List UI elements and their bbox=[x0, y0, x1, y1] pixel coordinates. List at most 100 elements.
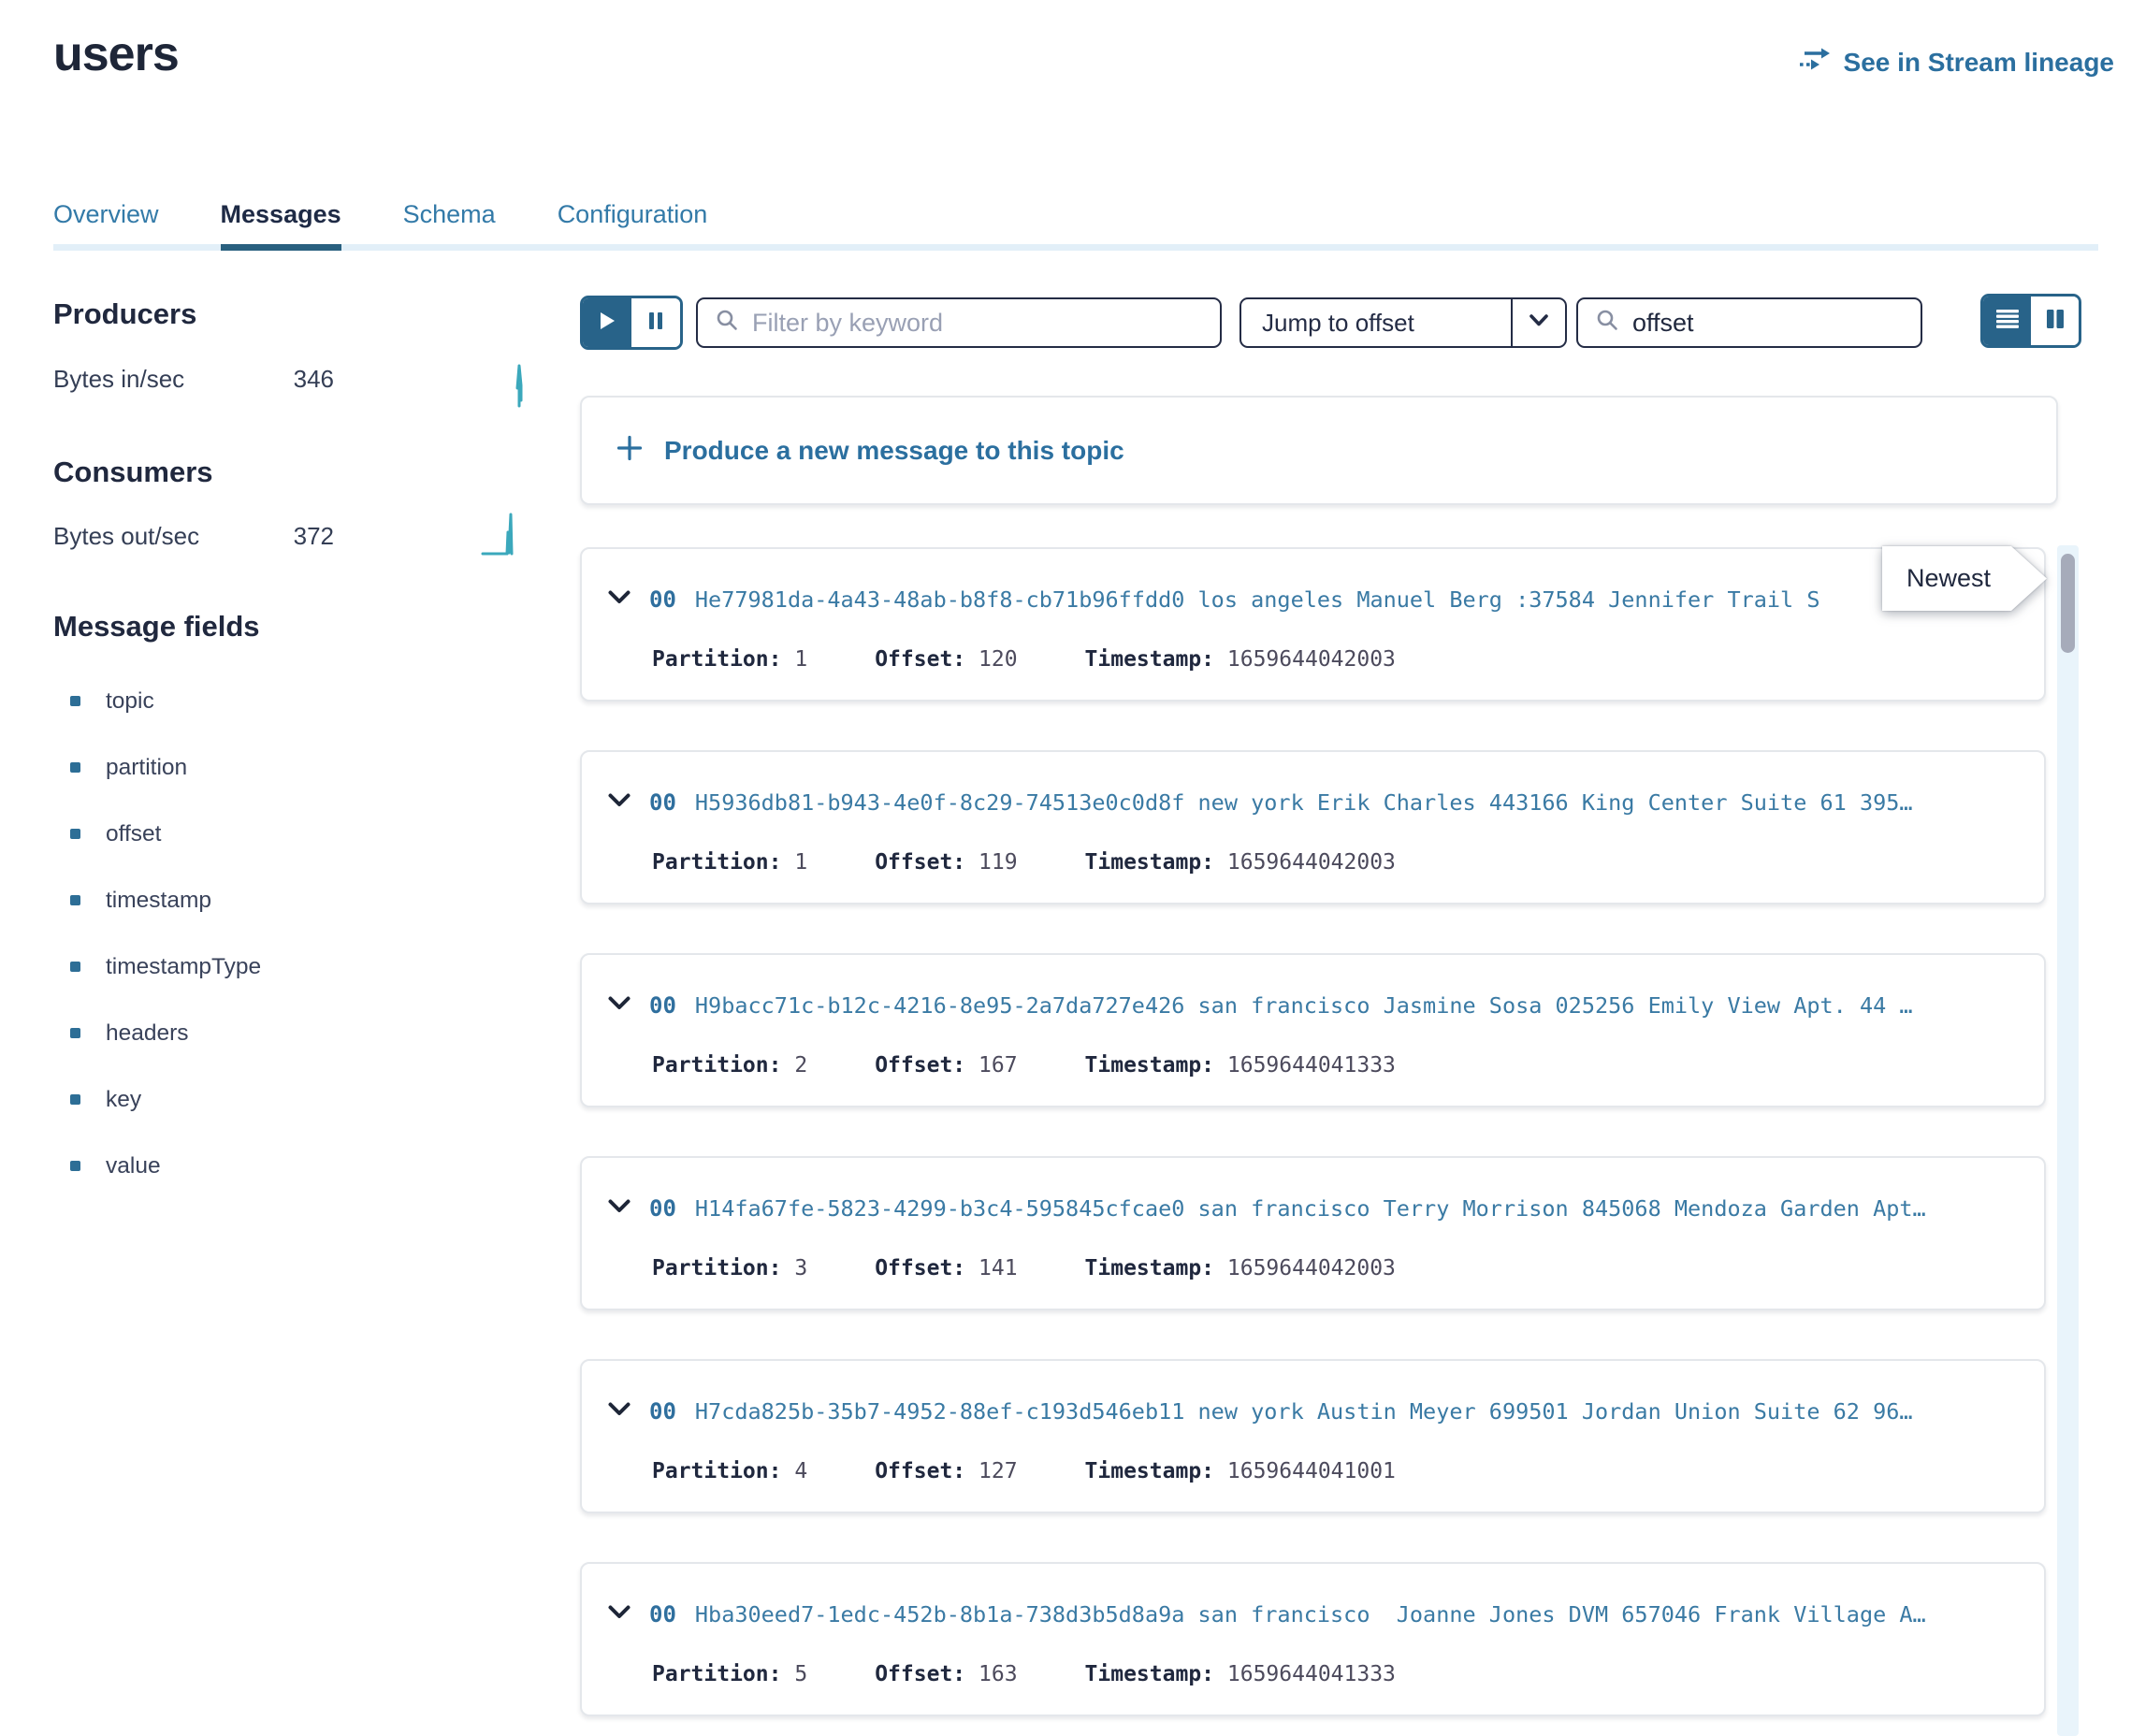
offset-value: 119 bbox=[979, 850, 1018, 875]
select-chevron-button[interactable] bbox=[1511, 299, 1565, 346]
offset-value: 163 bbox=[979, 1662, 1018, 1686]
message-meta: Partition: 2 Offset: 167 Timestamp: 1659… bbox=[652, 1053, 1463, 1078]
offset-label: Offset: bbox=[875, 1662, 965, 1686]
bullet-icon bbox=[70, 1028, 80, 1038]
expand-chevron-icon[interactable] bbox=[608, 1605, 631, 1624]
bytes-in-value: 346 bbox=[294, 365, 334, 394]
message-main-line: 00 H7cda825b-35b7-4952-88ef-c193d546eb11… bbox=[608, 1398, 2037, 1425]
offset-label: Offset: bbox=[875, 1053, 965, 1078]
partition-value: 4 bbox=[794, 1459, 807, 1483]
field-label: partition bbox=[106, 755, 187, 781]
key-zeros-icon: 00 bbox=[649, 1601, 676, 1628]
expand-chevron-icon[interactable] bbox=[608, 996, 631, 1015]
timestamp-label: Timestamp: bbox=[1085, 1256, 1214, 1280]
tab-overview[interactable]: Overview bbox=[53, 198, 159, 251]
message-main-line: 00 H14fa67fe-5823-4299-b3c4-595845cfcae0… bbox=[608, 1195, 2037, 1222]
timestamp-label: Timestamp: bbox=[1085, 1662, 1214, 1686]
message-row[interactable]: 00 Hba30eed7-1edc-452b-8b1a-738d3b5d8a9a… bbox=[580, 1562, 2046, 1716]
view-mode-toggle bbox=[1980, 294, 2081, 348]
bullet-icon bbox=[70, 696, 80, 706]
expand-chevron-icon[interactable] bbox=[608, 793, 631, 812]
list-view-button[interactable] bbox=[1983, 297, 2031, 345]
jump-to-offset-value: Jump to offset bbox=[1241, 299, 1511, 346]
expand-chevron-icon[interactable] bbox=[608, 1199, 631, 1218]
bullet-icon bbox=[70, 1161, 80, 1171]
offset-label: Offset: bbox=[875, 647, 965, 672]
see-in-stream-lineage-link[interactable]: See in Stream lineage bbox=[1798, 45, 2114, 80]
field-item-partition: partition bbox=[70, 756, 261, 779]
scrollbar-thumb[interactable] bbox=[2061, 554, 2075, 653]
message-meta: Partition: 4 Offset: 127 Timestamp: 1659… bbox=[652, 1459, 1463, 1483]
offset-pair: Offset: 141 bbox=[875, 1256, 1017, 1280]
key-zeros-icon: 00 bbox=[649, 992, 676, 1019]
expand-chevron-icon[interactable] bbox=[608, 1402, 631, 1421]
message-preview: H5936db81-b943-4e0f-8c29-74513e0c0d8f ne… bbox=[695, 789, 1913, 816]
offset-value: 141 bbox=[979, 1256, 1018, 1280]
live-consume-toggle bbox=[580, 296, 683, 350]
offset-pair: Offset: 119 bbox=[875, 850, 1017, 875]
produce-message-button[interactable]: Produce a new message to this topic bbox=[580, 396, 2058, 505]
bullet-icon bbox=[70, 829, 80, 839]
message-row[interactable]: 00 H14fa67fe-5823-4299-b3c4-595845cfcae0… bbox=[580, 1156, 2046, 1310]
field-item-timestampType: timestampType bbox=[70, 955, 261, 978]
message-fields-list: topic partition offset timestamp timesta… bbox=[70, 689, 261, 1178]
columns-view-button[interactable] bbox=[2031, 297, 2079, 345]
consumers-metric-row: Bytes out/sec 372 bbox=[53, 522, 334, 551]
producers-heading: Producers bbox=[53, 297, 196, 331]
message-meta: Partition: 1 Offset: 119 Timestamp: 1659… bbox=[652, 850, 1463, 875]
key-zeros-icon: 00 bbox=[649, 789, 676, 816]
chevron-down-icon bbox=[1529, 313, 1549, 332]
timestamp-label: Timestamp: bbox=[1085, 1053, 1214, 1078]
partition-value: 3 bbox=[794, 1256, 807, 1280]
partition-label: Partition: bbox=[652, 850, 781, 875]
tab-messages[interactable]: Messages bbox=[221, 198, 341, 251]
page-title: users bbox=[53, 26, 179, 82]
message-meta: Partition: 3 Offset: 141 Timestamp: 1659… bbox=[652, 1256, 1463, 1280]
offset-pair: Offset: 120 bbox=[875, 647, 1017, 672]
field-label: key bbox=[106, 1087, 141, 1113]
newest-tooltip: Newest bbox=[1882, 546, 2047, 611]
tab-configuration[interactable]: Configuration bbox=[558, 198, 708, 251]
message-row[interactable]: 00 H7cda825b-35b7-4952-88ef-c193d546eb11… bbox=[580, 1359, 2046, 1513]
list-view-icon bbox=[1995, 309, 2020, 334]
key-zeros-icon: 00 bbox=[649, 586, 676, 613]
search-icon bbox=[716, 309, 739, 337]
timestamp-value: 1659644042003 bbox=[1227, 1256, 1396, 1280]
partition-value: 5 bbox=[794, 1662, 807, 1686]
field-item-headers: headers bbox=[70, 1021, 261, 1045]
topic-messages-page: users See in Stream lineage Overview Mes… bbox=[0, 0, 2131, 1736]
offset-value: 120 bbox=[979, 647, 1018, 672]
tab-schema[interactable]: Schema bbox=[403, 198, 496, 251]
offset-search-input[interactable] bbox=[1632, 309, 1903, 338]
scrollbar-track[interactable] bbox=[2057, 545, 2079, 1736]
offset-pair: Offset: 167 bbox=[875, 1053, 1017, 1078]
message-preview: H14fa67fe-5823-4299-b3c4-595845cfcae0 sa… bbox=[695, 1195, 1926, 1222]
message-row[interactable]: 00 H5936db81-b943-4e0f-8c29-74513e0c0d8f… bbox=[580, 750, 2046, 904]
partition-value: 1 bbox=[794, 647, 807, 672]
message-row[interactable]: 00 He77981da-4a43-48ab-b8f8-cb71b96ffdd0… bbox=[580, 547, 2046, 702]
offset-label: Offset: bbox=[875, 1256, 965, 1280]
partition-pair: Partition: 5 bbox=[652, 1662, 807, 1686]
jump-to-offset-select[interactable]: Jump to offset bbox=[1239, 297, 1567, 348]
message-row[interactable]: 00 H9bacc71c-b12c-4216-8e95-2a7da727e426… bbox=[580, 953, 2046, 1107]
tab-bar: Overview Messages Schema Configuration bbox=[53, 198, 707, 251]
message-main-line: 00 He77981da-4a43-48ab-b8f8-cb71b96ffdd0… bbox=[608, 586, 2037, 613]
message-main-line: 00 Hba30eed7-1edc-452b-8b1a-738d3b5d8a9a… bbox=[608, 1601, 2037, 1628]
timestamp-value: 1659644042003 bbox=[1227, 850, 1396, 875]
offset-search-field bbox=[1576, 297, 1922, 348]
partition-label: Partition: bbox=[652, 1053, 781, 1078]
play-button[interactable] bbox=[583, 298, 631, 347]
field-label: topic bbox=[106, 688, 154, 715]
offset-label: Offset: bbox=[875, 1459, 965, 1483]
message-list: 00 He77981da-4a43-48ab-b8f8-cb71b96ffdd0… bbox=[580, 547, 2046, 1736]
offset-value: 167 bbox=[979, 1053, 1018, 1078]
field-label: offset bbox=[106, 821, 161, 847]
field-label: timestamp bbox=[106, 888, 211, 914]
field-item-value: value bbox=[70, 1154, 261, 1178]
partition-label: Partition: bbox=[652, 1256, 781, 1280]
producers-metric-row: Bytes in/sec 346 bbox=[53, 365, 334, 394]
filter-keyword-input[interactable] bbox=[752, 309, 1202, 338]
offset-label: Offset: bbox=[875, 850, 965, 875]
pause-button[interactable] bbox=[631, 298, 680, 347]
expand-chevron-icon[interactable] bbox=[608, 590, 631, 609]
